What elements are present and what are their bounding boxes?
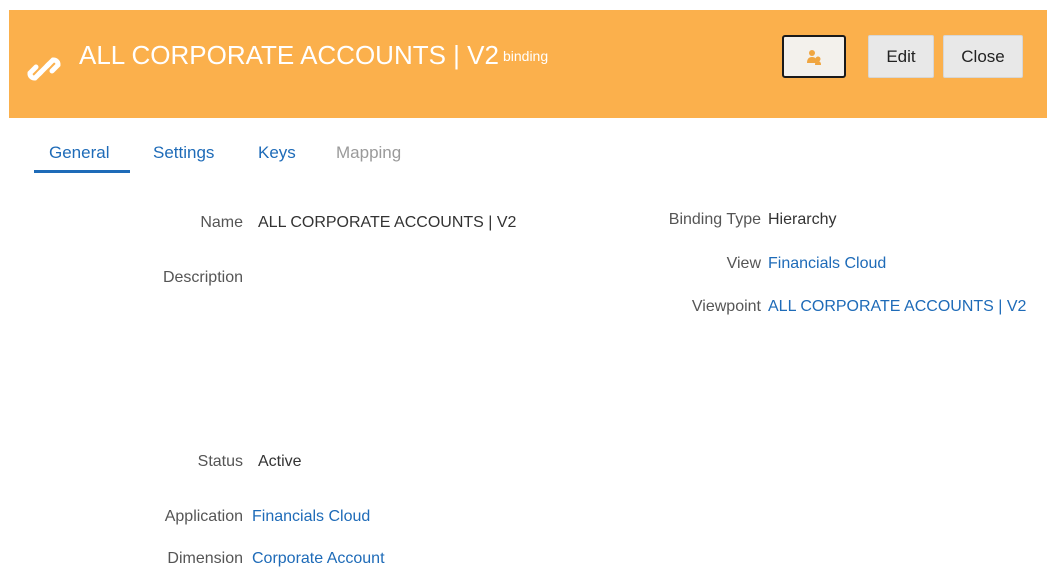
- viewpoint-link[interactable]: ALL CORPORATE ACCOUNTS | V2: [768, 298, 1026, 316]
- tab-mapping: Mapping: [336, 143, 402, 162]
- user-group-icon: [807, 49, 821, 65]
- edit-button[interactable]: Edit: [868, 35, 934, 78]
- name-label: Name: [200, 214, 243, 231]
- active-tab-indicator: [34, 170, 130, 173]
- view-label: View: [726, 255, 761, 272]
- title-subtitle: binding: [502, 48, 549, 64]
- viewpoint-label: Viewpoint: [691, 298, 761, 315]
- status-label: Status: [197, 453, 243, 470]
- dimension-label: Dimension: [167, 550, 243, 567]
- application-link[interactable]: Financials Cloud: [252, 508, 370, 526]
- user-access-button[interactable]: [782, 35, 846, 78]
- title-text: ALL CORPORATE ACCOUNTS | V2: [79, 40, 499, 70]
- page-header: ALL CORPORATE ACCOUNTS | V2 binding Edit …: [9, 10, 1047, 118]
- tab-keys[interactable]: Keys: [258, 143, 296, 163]
- dimension-link[interactable]: Corporate Account: [252, 550, 385, 568]
- link-icon: [27, 57, 61, 81]
- page-title: ALL CORPORATE ACCOUNTS | V2 binding: [79, 40, 548, 71]
- view-link[interactable]: Financials Cloud: [768, 255, 886, 273]
- status-value: Active: [258, 453, 302, 470]
- name-value: ALL CORPORATE ACCOUNTS | V2: [258, 214, 517, 231]
- tab-general[interactable]: General: [49, 143, 109, 163]
- binding-type-value: Hierarchy: [768, 211, 837, 228]
- description-label: Description: [162, 269, 243, 286]
- application-label: Application: [164, 508, 243, 525]
- close-button[interactable]: Close: [943, 35, 1023, 78]
- tab-settings[interactable]: Settings: [153, 143, 214, 163]
- binding-type-label: Binding Type: [668, 211, 761, 228]
